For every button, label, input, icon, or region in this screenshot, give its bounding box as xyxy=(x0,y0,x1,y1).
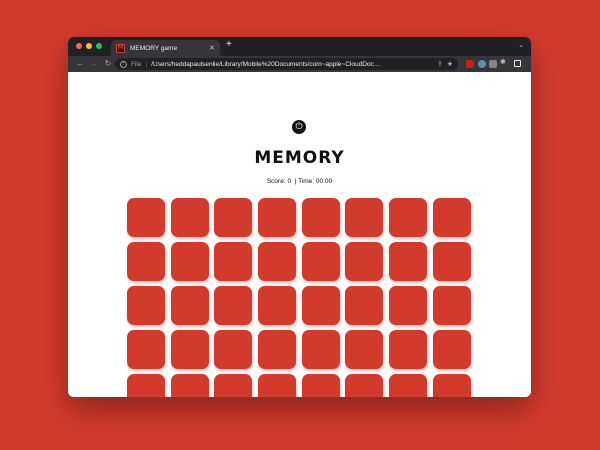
memory-card[interactable] xyxy=(170,242,209,281)
memory-card[interactable] xyxy=(127,374,165,397)
memory-card[interactable] xyxy=(214,198,253,237)
power-icon: ⏻ xyxy=(295,121,303,132)
address-bar[interactable]: i File | /Users/heddapaulsenlie/Library/… xyxy=(115,58,458,70)
memory-card[interactable] xyxy=(389,198,428,237)
memory-card[interactable] xyxy=(432,330,471,369)
memory-card[interactable] xyxy=(127,286,165,325)
tab-title: MEMORY game xyxy=(130,44,178,52)
memory-card[interactable] xyxy=(389,374,428,397)
reload-button[interactable]: ↻ xyxy=(101,60,115,68)
score-value: 0 xyxy=(287,178,292,185)
share-icon[interactable]: ⇪ xyxy=(437,61,443,68)
memory-card[interactable] xyxy=(170,374,209,397)
puzzle-icon[interactable]: ✱ xyxy=(500,59,506,66)
browser-window: M MEMORY game ✕ + ⌄ ← → ↻ i File | /User… xyxy=(68,37,531,397)
memory-card[interactable] xyxy=(389,242,428,281)
page-title: MEMORY xyxy=(254,148,345,168)
score-label: Score: xyxy=(266,178,286,185)
sidebar-icon[interactable] xyxy=(514,60,521,67)
favicon-icon: M xyxy=(116,43,125,53)
time-label: | Time: xyxy=(294,178,315,185)
address-separator: | xyxy=(145,60,148,68)
memory-card[interactable] xyxy=(389,330,428,369)
memory-card[interactable] xyxy=(170,330,209,369)
memory-card[interactable] xyxy=(345,242,384,281)
memory-card[interactable] xyxy=(258,330,297,369)
address-actions: ⇪ ★ xyxy=(437,61,453,68)
memory-card[interactable] xyxy=(127,242,165,281)
tab-memory-game[interactable]: M MEMORY game ✕ xyxy=(111,40,220,56)
memory-card[interactable] xyxy=(127,330,165,369)
memory-card[interactable] xyxy=(432,198,471,237)
scheme-label: File xyxy=(131,60,142,68)
memory-card[interactable] xyxy=(389,286,428,325)
memory-card[interactable] xyxy=(345,374,384,397)
bookmark-star-icon[interactable]: ★ xyxy=(447,61,453,68)
memory-card[interactable] xyxy=(214,286,253,325)
memory-card[interactable] xyxy=(214,374,253,397)
memory-card[interactable] xyxy=(301,374,340,397)
memory-card[interactable] xyxy=(432,286,471,325)
memory-card[interactable] xyxy=(432,374,471,397)
memory-card[interactable] xyxy=(258,374,297,397)
memory-card[interactable] xyxy=(301,286,340,325)
memory-card[interactable] xyxy=(432,242,471,281)
tab-strip: M MEMORY game ✕ + ⌄ xyxy=(68,37,531,56)
extension-icon[interactable] xyxy=(478,60,486,68)
memory-card[interactable] xyxy=(170,286,209,325)
extension-icon[interactable] xyxy=(466,60,474,68)
game-page: ⏻ MEMORY Score: 0 | Time: 00:00 xyxy=(68,72,531,397)
memory-card[interactable] xyxy=(258,286,297,325)
memory-card[interactable] xyxy=(345,330,384,369)
memory-card[interactable] xyxy=(258,242,297,281)
info-icon[interactable]: i xyxy=(120,60,127,68)
back-button[interactable]: ← xyxy=(73,60,87,68)
zoom-window-button[interactable] xyxy=(96,43,102,49)
memory-card[interactable] xyxy=(214,242,253,281)
memory-card[interactable] xyxy=(258,198,297,237)
time-value: 00:00 xyxy=(315,178,333,185)
restart-button[interactable]: ⏻ xyxy=(292,120,306,134)
extension-icon[interactable] xyxy=(489,60,497,68)
memory-card[interactable] xyxy=(301,242,340,281)
browser-toolbar: ← → ↻ i File | /Users/heddapaulsenlie/Li… xyxy=(68,56,531,72)
close-tab-icon[interactable]: ✕ xyxy=(209,45,215,52)
memory-card[interactable] xyxy=(127,198,165,237)
memory-card[interactable] xyxy=(345,198,384,237)
memory-card[interactable] xyxy=(301,198,340,237)
window-controls xyxy=(76,43,102,49)
memory-card[interactable] xyxy=(345,286,384,325)
new-tab-button[interactable]: + xyxy=(226,40,232,50)
minimize-window-button[interactable] xyxy=(86,43,92,49)
memory-card[interactable] xyxy=(214,330,253,369)
card-board xyxy=(127,198,472,397)
close-window-button[interactable] xyxy=(76,43,82,49)
url-text[interactable]: /Users/heddapaulsenlie/Library/Mobile%20… xyxy=(151,61,433,68)
memory-card[interactable] xyxy=(170,198,209,237)
forward-button[interactable]: → xyxy=(87,60,101,68)
tab-search-icon[interactable]: ⌄ xyxy=(518,42,524,49)
score-line: Score: 0 | Time: 00:00 xyxy=(68,178,531,185)
memory-card[interactable] xyxy=(301,330,340,369)
